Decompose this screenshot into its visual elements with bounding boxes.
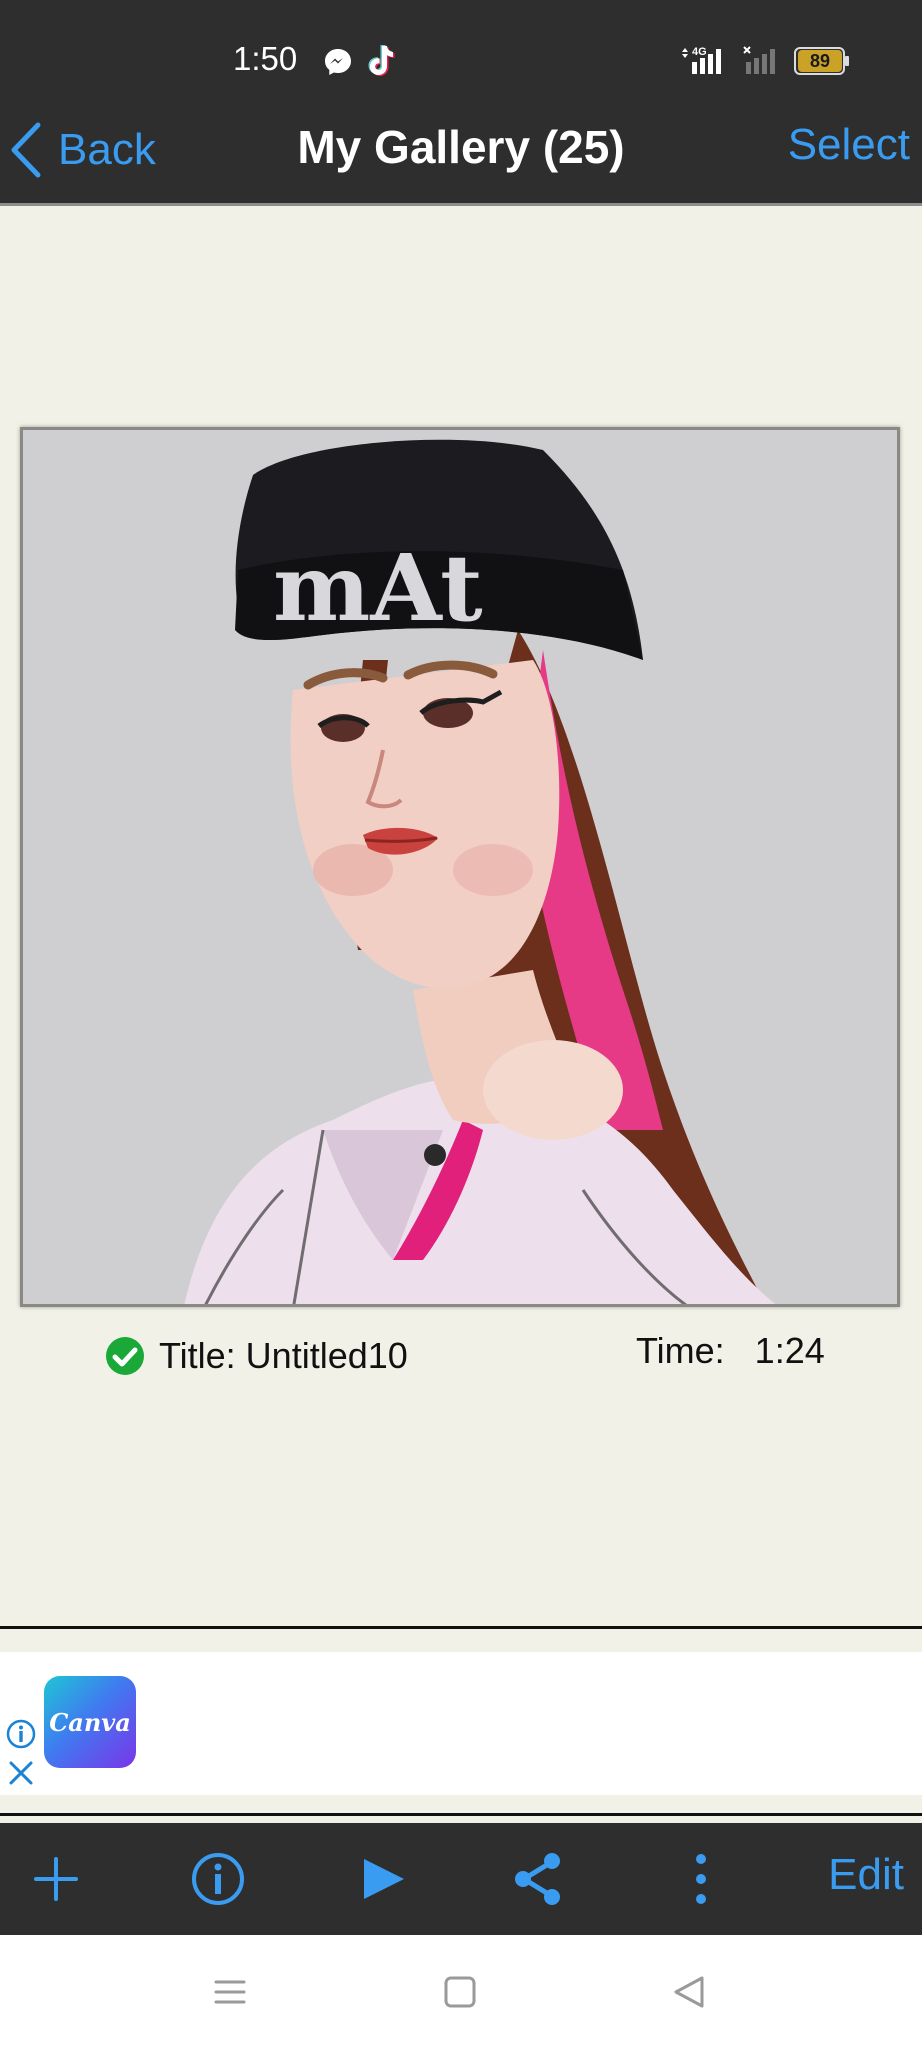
bottom-toolbar bbox=[0, 1823, 922, 1935]
share-icon[interactable] bbox=[508, 1849, 568, 1909]
artwork-time: Time: 1:24 bbox=[636, 1330, 825, 1371]
edit-button[interactable]: Edit bbox=[828, 1850, 904, 1900]
artwork-illustration: mAt bbox=[23, 430, 897, 1304]
messenger-icon bbox=[325, 49, 351, 75]
back-triangle-icon[interactable] bbox=[668, 1970, 712, 2014]
more-icon[interactable] bbox=[671, 1849, 731, 1909]
check-circle-icon bbox=[106, 1337, 144, 1375]
status-time: 1:50 bbox=[233, 40, 298, 77]
page-title: My Gallery (25) bbox=[297, 121, 625, 173]
beanie-lettering: mAt bbox=[273, 534, 483, 642]
info-icon[interactable] bbox=[6, 1719, 36, 1749]
signal-icon bbox=[743, 46, 775, 74]
menu-icon[interactable] bbox=[208, 1970, 252, 2014]
canva-logo[interactable]: Canva bbox=[44, 1676, 136, 1768]
artwork-title: Title: Untitled10 bbox=[159, 1335, 408, 1376]
artwork-title-row: Title: Untitled10 bbox=[105, 1335, 408, 1377]
signal-4g-icon: 4G bbox=[682, 46, 721, 74]
battery-level: 89 bbox=[798, 50, 842, 72]
select-button[interactable]: Select bbox=[788, 120, 910, 170]
ad-banner[interactable] bbox=[0, 1652, 922, 1795]
info-icon[interactable] bbox=[188, 1849, 248, 1909]
play-icon[interactable] bbox=[352, 1849, 412, 1909]
tiktok-icon bbox=[368, 45, 395, 76]
network-type-label: 4G bbox=[692, 46, 707, 58]
nav-divider bbox=[0, 203, 922, 206]
home-icon[interactable] bbox=[438, 1970, 482, 2014]
artwork-thumbnail[interactable]: mAt bbox=[20, 427, 900, 1307]
add-icon[interactable] bbox=[26, 1849, 86, 1909]
ad-divider-bottom bbox=[0, 1813, 922, 1816]
close-icon[interactable] bbox=[8, 1760, 34, 1786]
ad-divider-top bbox=[0, 1626, 922, 1629]
